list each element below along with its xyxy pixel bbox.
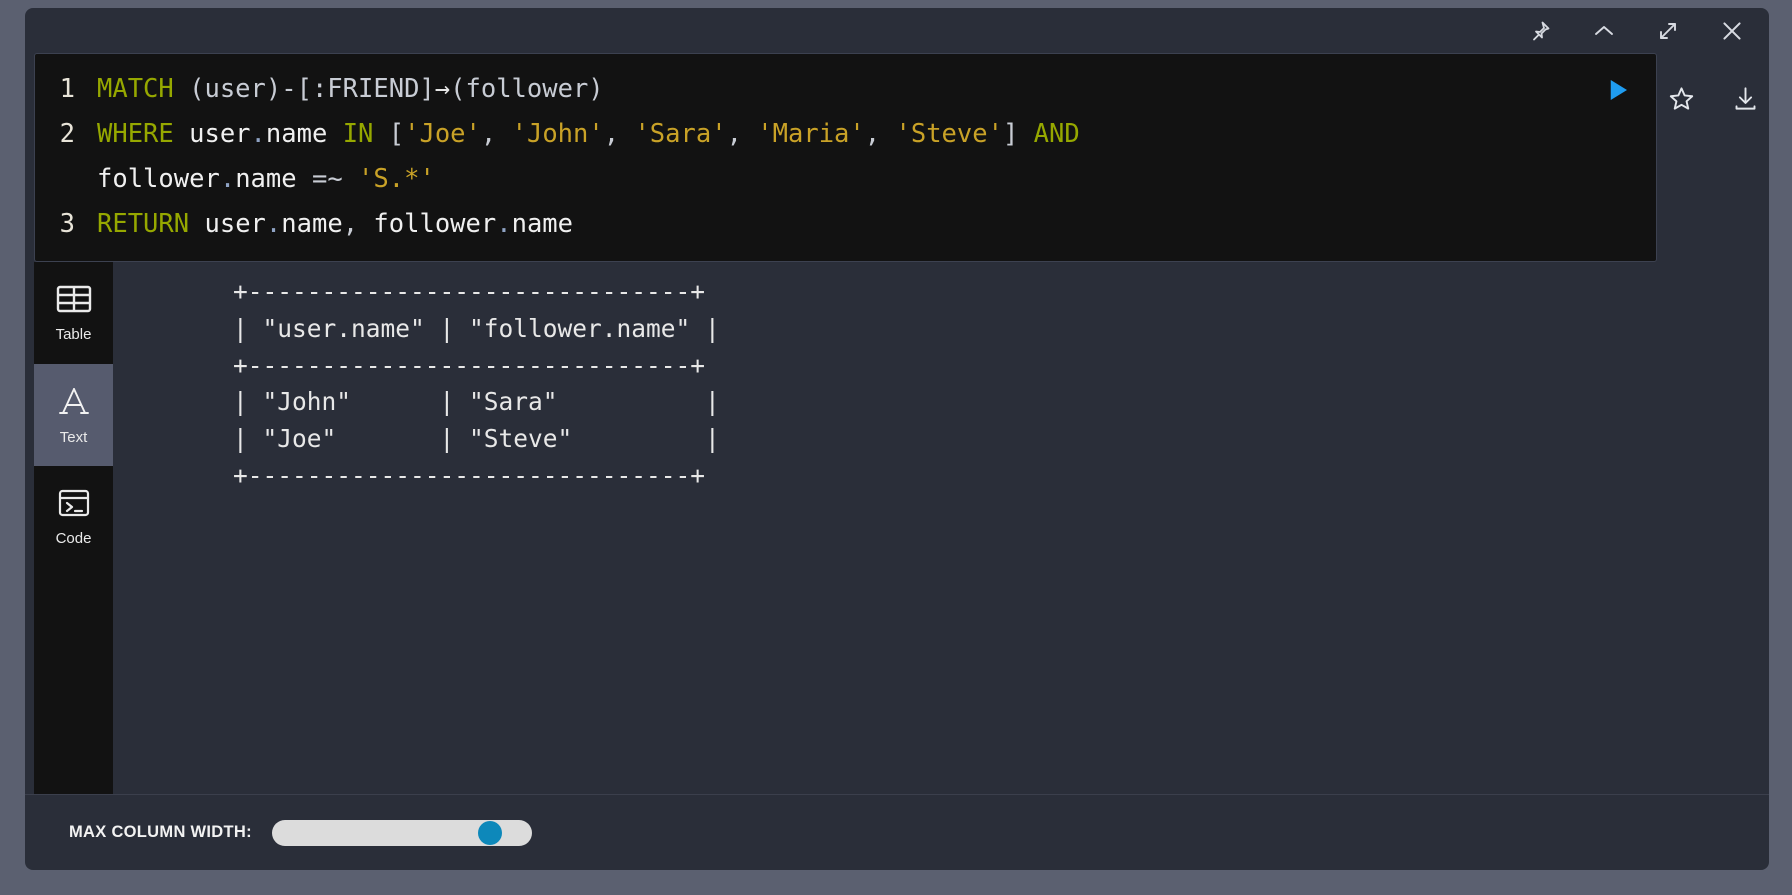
token-user-ident: user [204,209,266,239]
token-string-sara: 'Sara' [634,119,727,149]
tab-table-label: Table [55,326,92,343]
view-tab-list: Table Text Code [34,262,113,794]
frame-footer: MAX COLUMN WIDTH: [25,794,1769,870]
result-text-pane[interactable]: +------------------------------+ | "user… [113,262,1769,794]
token-name-prop: name [235,164,297,194]
close-icon[interactable] [1717,16,1747,46]
token-string-steve: 'Steve' [895,119,1003,149]
tab-text-label: Text [59,429,88,446]
max-column-width-label: MAX COLUMN WIDTH: [69,823,252,841]
text-a-icon [57,385,91,421]
token-name-prop: name [265,119,328,149]
download-icon[interactable] [1730,83,1760,113]
run-button[interactable] [1602,75,1632,105]
star-icon[interactable] [1666,83,1696,113]
line-number-blank: 0 [35,157,97,202]
cypher-query-text: 1 MATCH (user)-[:FRIEND]→(follower) 2 WHER… [35,67,1656,247]
token-comma: , [726,119,742,149]
token-follower-ident: follower [373,209,497,239]
token-follower-ident: follower [97,164,220,194]
token-comma: , [342,209,359,239]
tab-code[interactable]: Code [34,466,113,568]
chevron-up-icon[interactable] [1589,16,1619,46]
token-comma: , [480,119,497,149]
editor-side-actions [1657,53,1769,113]
line-number: 3 [59,209,75,239]
token-bracket-close: ] [1002,119,1019,149]
token-comma: , [603,119,620,149]
token-return: RETURN [97,209,190,239]
token-regex-op: =~ [311,164,343,194]
line-number: 1 [59,74,75,104]
token-string-regex: 'S.*' [358,164,435,194]
token-dot: . [219,164,236,194]
token-dot: . [496,209,512,239]
token-in: IN [342,119,374,149]
token-string-john: 'John' [511,119,604,149]
token-match: MATCH [97,74,174,104]
token-user-ident: user [189,119,251,149]
tab-table[interactable]: Table [34,262,113,364]
token-string-joe: 'Joe' [404,119,481,149]
token-name-prop: name [511,209,574,239]
token-string-maria: 'Maria' [757,119,865,149]
cypher-editor[interactable]: 1 MATCH (user)-[:FRIEND]→(follower) 2 WHER… [34,53,1657,262]
token-relationship: -[:FRIEND] [281,74,435,104]
result-body: Table Text Code +-----------------------… [25,262,1769,794]
token-arrow: → [434,74,451,104]
table-icon [56,284,92,318]
token-follower-paren: (follower) [450,74,604,104]
token-bracket-open: [ [388,119,405,149]
tab-text[interactable]: Text [34,364,113,466]
editor-row: 1 MATCH (user)-[:FRIEND]→(follower) 2 WHER… [25,53,1769,262]
token-and: AND [1033,119,1080,149]
frame-titlebar [25,8,1769,53]
token-dot: . [265,209,282,239]
run-button-wrap [1578,54,1656,261]
expand-icon[interactable] [1653,16,1683,46]
token-name-prop: name [281,209,343,239]
max-column-width-slider[interactable] [271,819,532,846]
slider-thumb[interactable] [477,820,502,845]
tab-code-label: Code [55,530,92,547]
ascii-result-table: +------------------------------+ | "user… [233,277,720,490]
pin-icon[interactable] [1525,16,1555,46]
token-dot: . [250,119,266,149]
token-user-paren: (user) [189,74,282,104]
terminal-icon [57,488,91,522]
line-number: 2 [59,119,75,149]
token-comma: , [864,119,881,149]
query-result-frame: 1 MATCH (user)-[:FRIEND]→(follower) 2 WHER… [25,8,1769,870]
token-where: WHERE [97,119,174,149]
